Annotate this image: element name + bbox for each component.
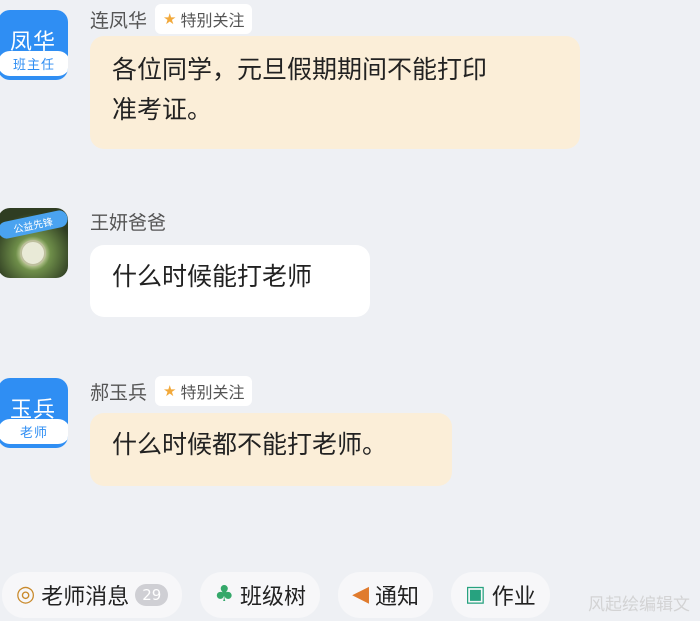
class-tree-button[interactable]: ♣ 班级树 [200,571,321,618]
tree-icon: ♣ [214,582,235,607]
homework-label: 作业 [491,584,536,610]
avatar-teacher-fenghua[interactable]: 凤华 班主任 [0,10,68,80]
role-label: 班主任 [0,51,68,76]
message-bubble[interactable]: 什么时候都不能打老师。 [90,413,452,486]
class-tree-label: 班级树 [240,584,307,610]
star-icon: ★ [163,10,177,28]
sender-name: 王妍爸爸 [90,212,167,234]
star-icon: ★ [163,382,177,400]
avatar-caption: 公益先锋 [0,208,68,241]
tennis-ball-icon [20,240,46,266]
badge-label: 特别关注 [180,11,245,30]
avatar-teacher-yubing[interactable]: 玉兵 老师 [0,378,68,448]
teacher-messages-button[interactable]: ◎ 老师消息 29 [2,571,183,618]
unread-count-badge: 29 [135,583,169,606]
sender-name: 郝玉兵 [90,381,148,404]
message-bubble[interactable]: 什么时候能打老师 [90,245,370,317]
teacher-messages-label: 老师消息 [41,584,130,610]
notice-button[interactable]: ◀ 通知 [338,571,433,618]
special-follow-badge: ★ 特别关注 [155,376,253,406]
avatar-parent[interactable]: 公益先锋 [0,208,68,278]
special-follow-badge: ★ 特别关注 [155,4,253,34]
message-line: 什么时候能打老师 [112,262,313,291]
message-line: 准考证。 [112,95,213,124]
notebook-icon: ▣ [465,582,486,607]
megaphone-icon: ◎ [16,582,36,607]
homework-button[interactable]: ▣ 作业 [451,571,550,618]
sender-row: 郝玉兵 ★ 特别关注 [90,376,253,406]
sender-row: 连凤华 ★ 特别关注 [90,4,253,34]
sender-row: 王妍爸爸 [90,208,166,235]
watermark: 风起绘编辑文 [588,595,690,615]
notice-label: 通知 [374,584,419,610]
announcement-icon: ◀ [352,582,369,607]
badge-label: 特别关注 [180,383,245,402]
message-bubble[interactable]: 各位同学，元旦假期期间不能打印 准考证。 [90,36,580,149]
message-line: 各位同学，元旦假期期间不能打印 [112,55,488,84]
sender-name: 连凤华 [90,9,148,32]
message-line: 什么时候都不能打老师。 [112,430,388,459]
role-label: 老师 [0,419,68,444]
